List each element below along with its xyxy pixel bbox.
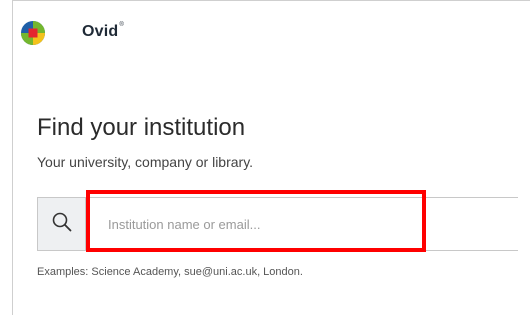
registered-mark: ® <box>119 22 124 28</box>
brand-name[interactable]: Ovid® <box>82 22 124 41</box>
search-icon <box>51 211 73 238</box>
page-title: Find your institution <box>37 114 246 141</box>
search-button[interactable] <box>38 198 86 250</box>
institution-search <box>37 197 518 251</box>
ovid-logo-icon[interactable] <box>20 20 46 46</box>
institution-search-input[interactable] <box>87 198 517 250</box>
page-subtitle: Your university, company or library. <box>37 154 254 170</box>
search-examples: Examples: Science Academy, sue@uni.ac.uk… <box>37 266 303 278</box>
top-bar: Ovid® <box>13 1 530 59</box>
